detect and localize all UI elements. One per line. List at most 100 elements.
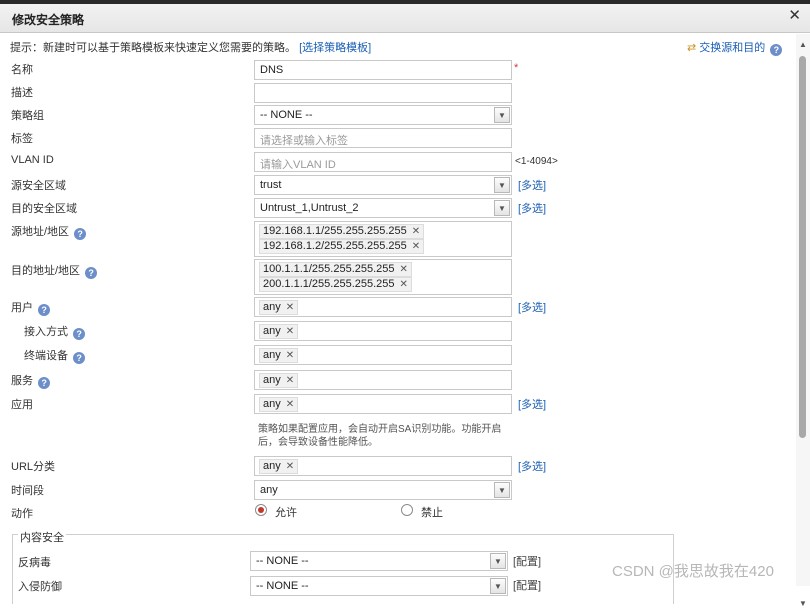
help-icon[interactable]: ?: [85, 267, 98, 279]
user-multi-link[interactable]: [多选]: [518, 299, 546, 315]
action-label: 动作: [11, 508, 33, 520]
vlan-range: <1-4094>: [515, 156, 558, 167]
access-method-input[interactable]: any ✕: [254, 321, 512, 341]
help-icon[interactable]: ?: [73, 352, 86, 364]
name-label: 名称: [11, 64, 33, 76]
user-label-row: 用户 ?: [11, 299, 51, 316]
time-range-value: any: [260, 484, 278, 496]
dst-zone-select[interactable]: Untrust_1,Untrust_2 ▼: [254, 198, 512, 218]
help-icon[interactable]: ?: [38, 377, 51, 389]
dst-addr-input[interactable]: 100.1.1.1/255.255.255.255 ✕ 200.1.1.1/255…: [254, 259, 512, 295]
help-icon[interactable]: ?: [38, 304, 51, 316]
help-icon[interactable]: ?: [74, 228, 87, 240]
scrollbar-thumb[interactable]: [799, 56, 806, 438]
vertical-scrollbar[interactable]: ▲ ▼: [796, 34, 810, 608]
help-icon[interactable]: ?: [770, 44, 783, 56]
dst-zone-multi-link[interactable]: [多选]: [518, 200, 546, 216]
url-category-tag: any ✕: [259, 459, 299, 474]
top-edge: [0, 0, 810, 4]
terminal-device-tag: any ✕: [259, 348, 299, 363]
swap-src-dst-button[interactable]: ⇄ 交换源和目的 ?: [687, 39, 783, 56]
dialog-title: 修改安全策略: [12, 13, 85, 27]
user-label: 用户: [11, 302, 33, 314]
terminal-device-input[interactable]: any ✕: [254, 345, 512, 365]
description-input[interactable]: [254, 83, 512, 103]
policy-group-value: -- NONE --: [260, 109, 313, 121]
intrusion-config-link[interactable]: [配置]: [513, 577, 541, 593]
time-range-label: 时间段: [11, 485, 44, 497]
tags-label: 标签: [11, 133, 33, 145]
remove-icon[interactable]: ✕: [412, 241, 420, 252]
dst-addr-tag: 100.1.1.1/255.255.255.255 ✕: [259, 262, 412, 277]
dst-addr-label: 目的地址/地区: [11, 265, 81, 277]
url-category-label: URL分类: [11, 461, 56, 473]
policy-group-select[interactable]: -- NONE -- ▼: [254, 105, 512, 125]
access-method-tag: any ✕: [259, 324, 299, 339]
src-zone-multi-link[interactable]: [多选]: [518, 177, 546, 193]
remove-icon[interactable]: ✕: [286, 326, 294, 337]
remove-icon[interactable]: ✕: [400, 264, 408, 275]
src-addr-tag-text: 192.168.1.1/255.255.255.255: [263, 225, 407, 237]
src-addr-label-row: 源地址/地区 ?: [11, 223, 87, 240]
dst-addr-label-row: 目的地址/地区 ?: [11, 262, 98, 279]
src-zone-select[interactable]: trust ▼: [254, 175, 512, 195]
dst-zone-label: 目的安全区域: [11, 203, 77, 215]
application-label: 应用: [11, 399, 33, 411]
dst-addr-tag-text: 100.1.1.1/255.255.255.255: [263, 263, 395, 275]
service-label: 服务: [11, 375, 33, 387]
service-label-row: 服务 ?: [11, 372, 51, 389]
hint-row: 提示：新建时可以基于策略模板来快速定义您需要的策略。 [选择策略模板]: [10, 39, 371, 55]
src-addr-input[interactable]: 192.168.1.1/255.255.255.255 ✕ 192.168.1.2…: [254, 221, 512, 257]
application-note: 策略如果配置应用，会自动开启SA识别功能。功能开启后，会导致设备性能降低。: [258, 424, 502, 448]
src-addr-tag: 192.168.1.1/255.255.255.255 ✕: [259, 224, 425, 239]
tags-placeholder: 请选择或输入标签: [260, 135, 348, 147]
user-input[interactable]: any ✕: [254, 297, 512, 317]
url-category-input[interactable]: any ✕: [254, 456, 512, 476]
application-tag-text: any: [263, 398, 281, 410]
swap-label: 交换源和目的: [699, 42, 766, 54]
application-tag: any ✕: [259, 397, 299, 412]
chevron-down-icon: ▼: [490, 578, 506, 594]
remove-icon[interactable]: ✕: [400, 279, 408, 290]
remove-icon[interactable]: ✕: [286, 375, 294, 386]
scroll-up-icon[interactable]: ▲: [799, 40, 807, 49]
remove-icon[interactable]: ✕: [412, 226, 420, 237]
tags-input[interactable]: 请选择或输入标签: [254, 128, 512, 148]
name-input[interactable]: DNS: [254, 60, 512, 80]
dst-addr-tag: 200.1.1.1/255.255.255.255 ✕: [259, 277, 412, 292]
scroll-down-icon[interactable]: ▼: [799, 599, 807, 608]
select-template-link[interactable]: [选择策略模板]: [299, 42, 371, 54]
user-tag-text: any: [263, 301, 281, 313]
remove-icon[interactable]: ✕: [286, 461, 294, 472]
chevron-down-icon: ▼: [494, 200, 510, 216]
antivirus-label: 反病毒: [18, 557, 51, 569]
src-addr-tag-text: 192.168.1.2/255.255.255.255: [263, 240, 407, 252]
swap-icon: ⇄: [687, 42, 697, 54]
access-method-tag-text: any: [263, 325, 281, 337]
deny-label: 禁止: [421, 507, 443, 519]
permit-radio[interactable]: [255, 504, 267, 516]
url-category-tag-text: any: [263, 460, 281, 472]
policy-group-label: 策略组: [11, 110, 44, 122]
remove-icon[interactable]: ✕: [286, 302, 294, 313]
terminal-device-label: 终端设备: [24, 350, 68, 362]
time-range-select[interactable]: any ▼: [254, 480, 512, 500]
hint-text: 提示：新建时可以基于策略模板来快速定义您需要的策略。: [10, 42, 296, 54]
antivirus-select[interactable]: -- NONE -- ▼: [250, 551, 508, 571]
antivirus-config-link[interactable]: [配置]: [513, 553, 541, 569]
vlan-input[interactable]: 请输入VLAN ID: [254, 152, 512, 172]
application-multi-link[interactable]: [多选]: [518, 396, 546, 412]
remove-icon[interactable]: ✕: [286, 399, 294, 410]
remove-icon[interactable]: ✕: [286, 350, 294, 361]
description-label: 描述: [11, 87, 33, 99]
application-input[interactable]: any ✕: [254, 394, 512, 414]
deny-radio[interactable]: [401, 504, 413, 516]
intrusion-select[interactable]: -- NONE -- ▼: [250, 576, 508, 596]
src-zone-value: trust: [260, 179, 282, 191]
terminal-device-label-row: 终端设备 ?: [24, 347, 86, 364]
service-input[interactable]: any ✕: [254, 370, 512, 390]
permit-label: 允许: [275, 507, 297, 519]
help-icon[interactable]: ?: [73, 328, 86, 340]
url-category-multi-link[interactable]: [多选]: [518, 458, 546, 474]
close-icon[interactable]: ✕: [788, 8, 801, 23]
